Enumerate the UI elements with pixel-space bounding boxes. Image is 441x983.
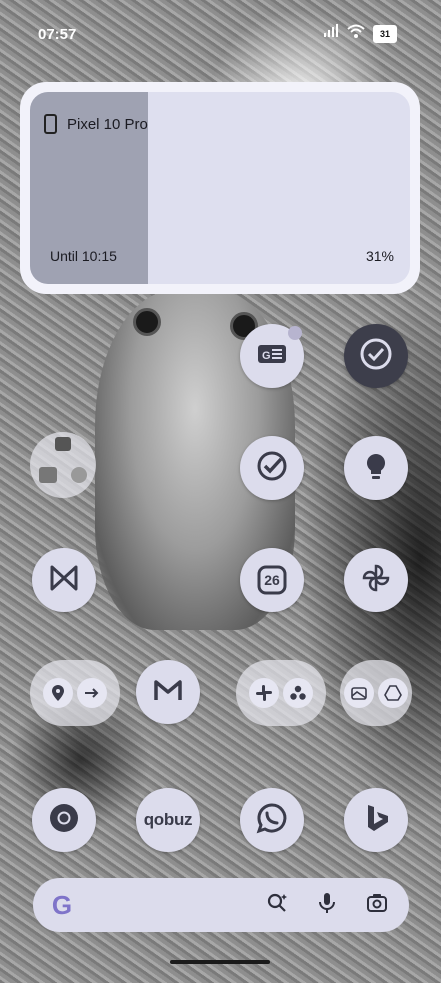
whatsapp-icon <box>255 801 289 840</box>
chrome-icon <box>47 801 81 840</box>
pinwheel-icon <box>359 561 393 600</box>
battery-icon: 31 <box>373 24 397 43</box>
bing-icon <box>359 801 393 840</box>
battery-widget[interactable]: Pixel 10 Pro Until 10:15 31% <box>20 82 420 294</box>
camera-lens-icon[interactable] <box>365 891 389 920</box>
calendar-icon: 26 <box>255 563 289 597</box>
wifi-icon <box>347 24 365 43</box>
device-name: Pixel 10 Pro <box>67 115 148 133</box>
maps-icon <box>43 678 73 708</box>
tasks-icon <box>255 449 289 488</box>
phone-icon <box>44 114 57 134</box>
qobuz-icon: qobuz <box>143 810 193 829</box>
chrome-app[interactable] <box>32 788 96 852</box>
calendar-date: 26 <box>264 572 280 588</box>
dots-icon <box>283 678 313 708</box>
home-indicator[interactable] <box>170 960 270 964</box>
dinosaur-eye <box>133 308 161 336</box>
bluesky-butterfly-icon <box>47 561 81 600</box>
pinwheel-app[interactable] <box>344 548 408 612</box>
google-g-icon[interactable]: G <box>45 888 79 922</box>
lightbulb-icon <box>359 449 393 488</box>
tasks-app[interactable] <box>240 436 304 500</box>
battery-widget-device: Pixel 10 Pro <box>44 114 148 134</box>
tasks-dark-app[interactable] <box>344 324 408 388</box>
microphone-icon[interactable] <box>315 891 339 920</box>
signal-icon <box>323 24 339 43</box>
whatsapp-app[interactable] <box>240 788 304 852</box>
folder-gallery[interactable] <box>340 660 412 726</box>
calendar-app[interactable]: 26 <box>240 548 304 612</box>
forward-icon <box>77 678 107 708</box>
google-news-icon: G <box>255 337 289 376</box>
folder-news[interactable] <box>30 432 96 498</box>
gmail-icon <box>151 673 185 712</box>
battery-percent: 31% <box>365 248 394 264</box>
bluesky-app[interactable] <box>32 548 96 612</box>
folder-news-icon <box>35 435 91 496</box>
slack-icon <box>249 678 279 708</box>
battery-until-time: Until 10:15 <box>50 248 117 264</box>
svg-text:G: G <box>262 350 271 362</box>
gallery-icon <box>344 678 374 708</box>
status-icons: 31 <box>323 24 397 43</box>
notification-dot <box>288 326 302 340</box>
gmail-app[interactable] <box>136 660 200 724</box>
battery-widget-panel: Pixel 10 Pro Until 10:15 31% <box>30 92 410 284</box>
keep-app[interactable] <box>344 436 408 500</box>
drive-icon <box>378 678 408 708</box>
status-time: 07:57 <box>38 26 77 43</box>
lens-search-icon[interactable] <box>265 891 289 920</box>
folder-maps[interactable] <box>30 660 120 726</box>
google-search-bar[interactable]: G <box>33 878 409 932</box>
google-news-app[interactable]: G <box>240 324 304 388</box>
folder-slack[interactable] <box>236 660 326 726</box>
search-actions <box>265 891 397 920</box>
tasks-check-icon <box>359 337 393 376</box>
bing-app[interactable] <box>344 788 408 852</box>
qobuz-app[interactable]: qobuz <box>136 788 200 852</box>
